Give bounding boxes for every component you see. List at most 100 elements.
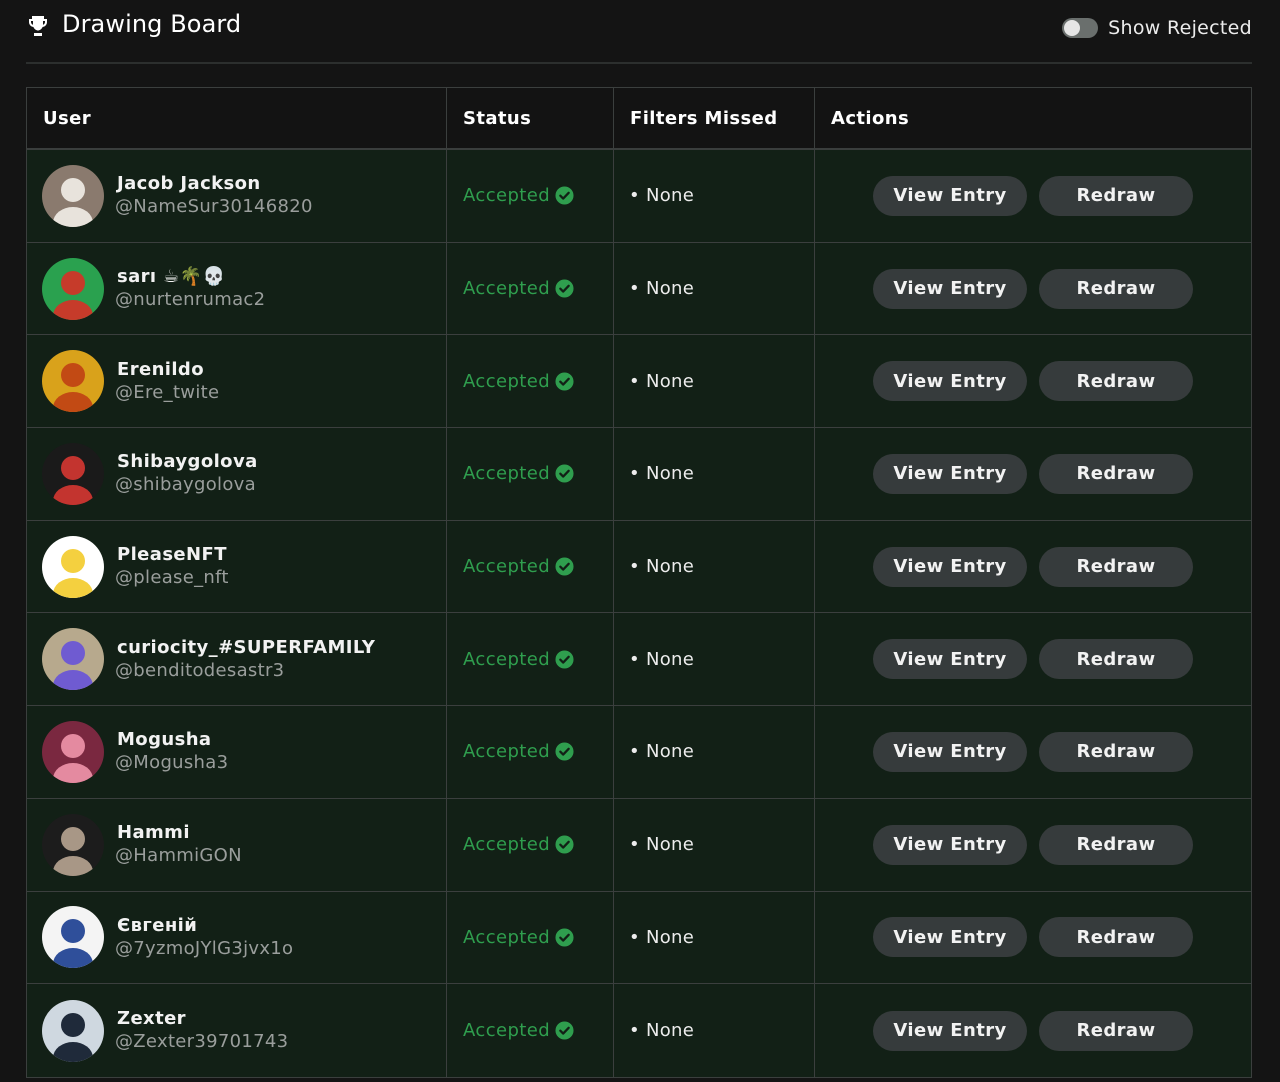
status-cell: Accepted	[447, 798, 614, 891]
redraw-button[interactable]: Redraw	[1039, 453, 1193, 494]
column-header-status: Status	[447, 88, 614, 148]
user-cell: Hammi @HammiGON	[27, 798, 447, 891]
avatar[interactable]	[42, 257, 104, 320]
toggle-label: Show Rejected	[1108, 17, 1252, 39]
user-name: Jacob Jackson	[117, 173, 261, 195]
avatar[interactable]	[42, 999, 104, 1062]
avatar[interactable]	[42, 350, 104, 413]
user-cell: curiocity_#SUPERFAMILY @benditodesastr3	[27, 613, 447, 706]
status-badge: Accepted	[463, 371, 574, 392]
redraw-button[interactable]: Redraw	[1039, 1010, 1193, 1051]
actions-cell: View Entry Redraw	[815, 335, 1251, 427]
filters-missed-cell: • None	[614, 335, 815, 428]
view-entry-button[interactable]: View Entry	[873, 546, 1027, 587]
view-entry-button[interactable]: View Entry	[873, 1010, 1027, 1051]
check-circle-icon	[555, 279, 574, 298]
redraw-button[interactable]: Redraw	[1039, 175, 1193, 216]
table-row: Євгеній @7yzmoJYlG3jvx1o Accepted • None…	[27, 891, 1251, 985]
user-handle: @nurtenrumac2	[115, 289, 266, 311]
filters-missed-value: • None	[629, 1020, 695, 1042]
entries-table: User Status Filters Missed Actions Jacob…	[26, 87, 1252, 1078]
user-cell: Jacob Jackson @NameSur30146820	[27, 150, 447, 242]
check-circle-icon	[555, 742, 574, 761]
status-badge: Accepted	[463, 1020, 574, 1041]
user-cell: Mogusha @Mogusha3	[27, 706, 447, 798]
user-name: Erenildo	[117, 358, 204, 380]
status-badge: Accepted	[463, 556, 574, 577]
table-body: Jacob Jackson @NameSur30146820 Accepted …	[27, 150, 1251, 1077]
avatar[interactable]	[42, 535, 104, 598]
avatar[interactable]	[42, 628, 104, 691]
table-row: PleaseNFT @please_nft Accepted • None Vi…	[27, 520, 1251, 614]
table-row: curiocity_#SUPERFAMILY @benditodesastr3 …	[27, 613, 1251, 707]
user-info: Hammi @HammiGON	[115, 822, 242, 867]
trophy-icon	[29, 16, 47, 36]
user-handle: @shibaygolova	[115, 474, 256, 496]
check-circle-icon	[555, 186, 574, 205]
view-entry-button[interactable]: View Entry	[873, 268, 1027, 309]
user-info: Jacob Jackson @NameSur30146820	[115, 173, 313, 218]
avatar[interactable]	[42, 442, 104, 505]
avatar-image	[42, 628, 104, 691]
table-row: Shibaygolova @shibaygolova Accepted • No…	[27, 428, 1251, 521]
avatar[interactable]	[42, 906, 104, 969]
redraw-button[interactable]: Redraw	[1039, 917, 1193, 958]
user-name: Євгеній	[117, 914, 198, 936]
status-cell: Accepted	[447, 706, 614, 798]
redraw-button[interactable]: Redraw	[1039, 731, 1193, 772]
filters-missed-value: • None	[629, 741, 695, 763]
status-badge: Accepted	[463, 278, 574, 299]
show-rejected-toggle[interactable]: Show Rejected	[1062, 15, 1252, 41]
view-entry-button[interactable]: View Entry	[873, 361, 1027, 402]
status-badge: Accepted	[463, 741, 574, 762]
redraw-button[interactable]: Redraw	[1039, 824, 1193, 865]
filters-missed-value: • None	[629, 185, 695, 207]
user-info: Zexter @Zexter39701743	[115, 1008, 288, 1053]
actions-cell: View Entry Redraw	[815, 613, 1251, 705]
column-header-actions: Actions	[831, 107, 910, 129]
redraw-button[interactable]: Redraw	[1039, 546, 1193, 587]
filters-missed-value: • None	[629, 556, 695, 578]
status-cell: Accepted	[447, 428, 614, 520]
avatar-image	[42, 535, 104, 598]
redraw-button[interactable]: Redraw	[1039, 268, 1193, 309]
view-entry-button[interactable]: View Entry	[873, 731, 1027, 772]
status-badge: Accepted	[463, 185, 574, 206]
status-cell: Accepted	[447, 891, 614, 984]
status-badge: Accepted	[463, 927, 574, 948]
filters-missed-cell: • None	[614, 984, 815, 1077]
actions-cell: View Entry Redraw	[815, 243, 1251, 335]
status-text: Accepted	[463, 278, 551, 300]
actions-cell: View Entry Redraw	[815, 521, 1251, 613]
view-entry-button[interactable]: View Entry	[873, 175, 1027, 216]
avatar-image	[42, 906, 104, 969]
view-entry-button[interactable]: View Entry	[873, 453, 1027, 494]
check-circle-icon	[555, 1021, 574, 1040]
filters-missed-cell: • None	[614, 613, 815, 706]
user-handle: @Zexter39701743	[115, 1031, 289, 1053]
status-text: Accepted	[463, 834, 551, 856]
view-entry-button[interactable]: View Entry	[873, 917, 1027, 958]
redraw-button[interactable]: Redraw	[1039, 639, 1193, 680]
redraw-button[interactable]: Redraw	[1039, 361, 1193, 402]
view-entry-button[interactable]: View Entry	[873, 639, 1027, 680]
user-info: Mogusha @Mogusha3	[115, 729, 228, 774]
check-circle-icon	[555, 372, 574, 391]
check-circle-icon	[555, 650, 574, 669]
table-row: Mogusha @Mogusha3 Accepted • None View E…	[27, 706, 1251, 799]
status-cell: Accepted	[447, 613, 614, 706]
check-circle-icon	[555, 557, 574, 576]
toggle-switch[interactable]	[1062, 18, 1099, 38]
avatar[interactable]	[42, 813, 104, 876]
filters-missed-value: • None	[629, 926, 695, 948]
status-text: Accepted	[463, 1020, 551, 1042]
check-circle-icon	[555, 835, 574, 854]
user-name: Shibaygolova	[117, 451, 258, 473]
view-entry-button[interactable]: View Entry	[873, 824, 1027, 865]
avatar[interactable]	[42, 720, 104, 783]
table-row: sarı ☕🌴💀 @nurtenrumac2 Accepted • None V…	[27, 242, 1251, 336]
avatar[interactable]	[42, 164, 104, 227]
user-handle: @Ere_twite	[115, 381, 220, 403]
status-text: Accepted	[463, 741, 551, 763]
actions-cell: View Entry Redraw	[815, 150, 1251, 242]
